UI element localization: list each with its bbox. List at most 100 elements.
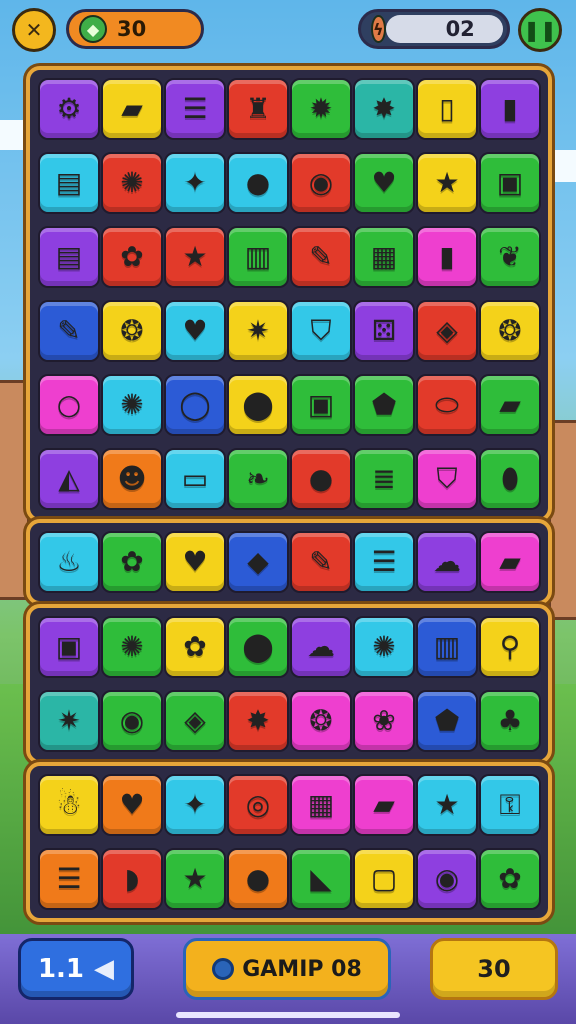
game-tile[interactable]: ◈ (164, 690, 226, 752)
game-tile[interactable]: ▢ (353, 848, 415, 910)
game-tile[interactable]: ★ (416, 774, 478, 836)
game-tile[interactable]: ✷ (38, 690, 100, 752)
game-tile[interactable]: ❦ (479, 226, 541, 288)
game-tile[interactable]: ▦ (290, 774, 352, 836)
game-tile[interactable]: ☁ (416, 531, 478, 593)
game-tile[interactable]: ◗ (101, 848, 163, 910)
game-tile[interactable]: ◉ (290, 152, 352, 214)
game-tile[interactable]: ▤ (38, 152, 100, 214)
candy-bar-icon: ▰ (499, 388, 521, 421)
game-tile[interactable]: ▰ (479, 531, 541, 593)
game-tile[interactable]: ◉ (416, 848, 478, 910)
game-tile[interactable]: ▮ (416, 226, 478, 288)
score-button[interactable]: 30 (430, 938, 558, 1000)
bell-icon: ♜ (245, 92, 271, 125)
game-tile[interactable]: ✿ (101, 531, 163, 593)
game-tile[interactable]: ≣ (353, 448, 415, 510)
game-tile[interactable]: ❂ (479, 300, 541, 362)
game-tile[interactable]: ✦ (164, 152, 226, 214)
game-tile[interactable]: ⚙ (38, 78, 100, 140)
game-tile[interactable]: ♥ (164, 300, 226, 362)
game-tile[interactable]: ⬟ (353, 374, 415, 436)
fries-icon: ♨ (56, 545, 82, 578)
game-tile[interactable]: ✷ (227, 300, 289, 362)
game-tile[interactable]: ★ (164, 226, 226, 288)
game-tile[interactable]: ★ (416, 152, 478, 214)
game-tile[interactable]: ✺ (101, 374, 163, 436)
game-tile[interactable]: ❀ (353, 690, 415, 752)
game-tile[interactable]: ▰ (101, 78, 163, 140)
game-tile[interactable]: ⬮ (479, 448, 541, 510)
game-tile[interactable]: ♨ (38, 531, 100, 593)
game-tile[interactable]: ✿ (479, 848, 541, 910)
game-tile[interactable]: ✸ (353, 78, 415, 140)
game-tile[interactable]: ☻ (101, 448, 163, 510)
game-tile[interactable]: ✎ (290, 531, 352, 593)
game-tile[interactable]: ◭ (38, 448, 100, 510)
game-tile[interactable]: ▤ (38, 226, 100, 288)
game-tile[interactable]: ⬟ (416, 690, 478, 752)
game-tile[interactable]: ⬭ (416, 374, 478, 436)
pause-button[interactable]: ❚❚ (518, 8, 562, 52)
game-tile[interactable]: ◈ (416, 300, 478, 362)
game-tile[interactable]: ▣ (290, 374, 352, 436)
game-tile[interactable]: ✺ (353, 616, 415, 678)
game-tile[interactable]: ▮ (479, 78, 541, 140)
game-tile[interactable]: ▭ (164, 448, 226, 510)
candy-icon: ◈ (184, 704, 206, 737)
game-tile[interactable]: ◉ (101, 690, 163, 752)
game-tile[interactable]: ☃ (38, 774, 100, 836)
game-tile[interactable]: ☰ (38, 848, 100, 910)
game-tile[interactable]: ✿ (101, 226, 163, 288)
game-tile[interactable]: ♣ (479, 690, 541, 752)
card-icon: ▭ (181, 462, 209, 495)
game-tile[interactable]: ⛉ (416, 448, 478, 510)
game-tile[interactable]: ◎ (227, 774, 289, 836)
game-tile[interactable]: ○ (38, 374, 100, 436)
game-tile[interactable]: ☰ (164, 78, 226, 140)
game-tile[interactable]: ▦ (353, 226, 415, 288)
game-tile[interactable]: ⚄ (353, 300, 415, 362)
game-button[interactable]: GAMIP 08 (183, 938, 391, 1000)
game-tile[interactable]: ▥ (416, 616, 478, 678)
game-tile[interactable]: ☰ (353, 531, 415, 593)
game-tile[interactable]: ◆ (227, 531, 289, 593)
game-tile[interactable]: ✹ (290, 78, 352, 140)
game-tile[interactable]: ▰ (353, 774, 415, 836)
game-tile[interactable]: ▯ (416, 78, 478, 140)
game-tile[interactable]: ● (290, 448, 352, 510)
game-tile[interactable]: ✦ (164, 774, 226, 836)
game-tile[interactable]: ▣ (479, 152, 541, 214)
game-tile[interactable]: ☁ (290, 616, 352, 678)
game-tile[interactable]: ▣ (38, 616, 100, 678)
game-tile[interactable]: ❂ (101, 300, 163, 362)
game-tile[interactable]: ⬤ (227, 374, 289, 436)
game-tile[interactable]: ⚲ (479, 616, 541, 678)
game-tile[interactable]: ● (227, 848, 289, 910)
game-tile[interactable]: ⚿ (479, 774, 541, 836)
game-tile[interactable]: ♥ (164, 531, 226, 593)
game-tile[interactable]: ★ (164, 848, 226, 910)
game-tile[interactable]: ♥ (353, 152, 415, 214)
flower-icon: ✿ (183, 630, 207, 663)
game-tile[interactable]: ✎ (290, 226, 352, 288)
game-tile[interactable]: ◯ (164, 374, 226, 436)
game-tile[interactable]: ▥ (227, 226, 289, 288)
game-tile[interactable]: ⛉ (290, 300, 352, 362)
jar-icon: ▣ (496, 166, 524, 199)
game-tile[interactable]: ✺ (101, 152, 163, 214)
game-tile[interactable]: ◣ (290, 848, 352, 910)
game-tile[interactable]: ❧ (227, 448, 289, 510)
game-tile[interactable]: ✺ (101, 616, 163, 678)
game-tile[interactable]: ▰ (479, 374, 541, 436)
game-tile[interactable]: ❂ (290, 690, 352, 752)
game-tile[interactable]: ● (227, 152, 289, 214)
game-tile[interactable]: ✿ (164, 616, 226, 678)
level-button[interactable]: 1.1 ◀ (18, 938, 134, 1000)
game-tile[interactable]: ♥ (101, 774, 163, 836)
close-button[interactable]: ✕ (12, 8, 56, 52)
game-tile[interactable]: ✸ (227, 690, 289, 752)
game-tile[interactable]: ♜ (227, 78, 289, 140)
game-tile[interactable]: ✎ (38, 300, 100, 362)
game-tile[interactable]: ⬤ (227, 616, 289, 678)
